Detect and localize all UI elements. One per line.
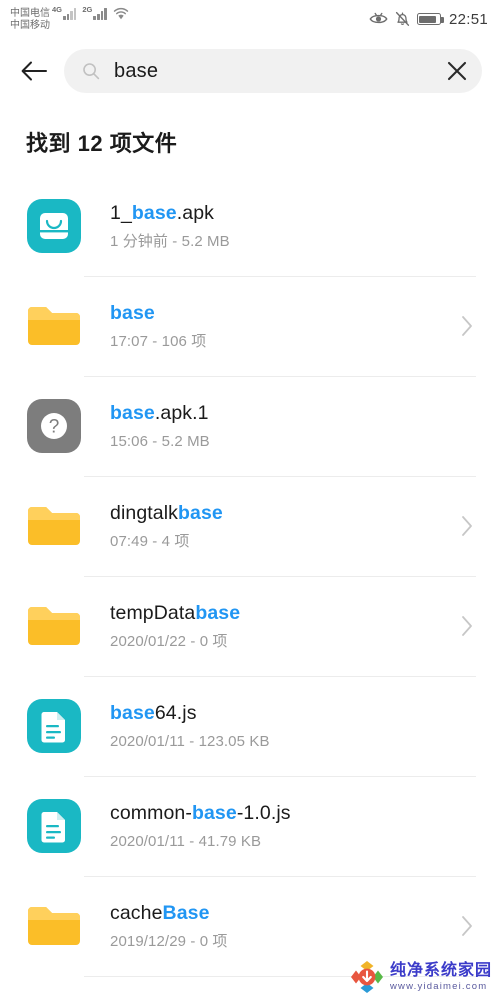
file-name-part: .apk.1 — [154, 401, 209, 424]
file-name-match: base — [131, 201, 177, 224]
file-name-part: dingtalk — [110, 501, 179, 524]
signal-secondary: 2G — [82, 4, 107, 20]
list-item-text: dingtalkbase 07:49 - 4 项 — [110, 501, 454, 551]
search-icon — [82, 62, 100, 80]
search-bar: base — [0, 38, 500, 104]
signal-bars-primary-icon — [63, 7, 77, 20]
back-arrow-icon[interactable] — [14, 51, 54, 91]
file-name-match: Base — [162, 901, 210, 924]
wifi-icon — [113, 7, 129, 20]
close-icon[interactable] — [438, 52, 476, 90]
file-name: base64.js — [110, 701, 454, 725]
folder-icon — [26, 598, 82, 654]
carrier-labels: 中国电信 中国移动 — [10, 7, 50, 31]
list-item[interactable]: baseComponents — [0, 976, 500, 1000]
file-name-part: tempData — [110, 601, 196, 624]
file-subtitle: 2020/01/11 - 123.05 KB — [110, 733, 270, 751]
network-type-secondary: 2G — [82, 4, 93, 14]
list-item[interactable]: 1_base.apk 1 分钟前 - 5.2 MB — [0, 176, 500, 276]
folder-icon — [26, 298, 82, 354]
signal-indicators: 4G 2G — [52, 4, 129, 20]
file-subtitle: 1 分钟前 - 5.2 MB — [110, 233, 230, 251]
file-name-match: base — [110, 401, 155, 424]
svg-text:?: ? — [49, 417, 60, 438]
js-document-icon — [26, 798, 82, 854]
chevron-right-icon — [454, 914, 480, 938]
signal-bars-secondary-icon — [93, 7, 107, 20]
file-subtitle: 17:07 - 106 项 — [110, 333, 207, 351]
file-name-part: cache — [110, 901, 163, 924]
file-name-match: base — [195, 601, 241, 624]
list-item[interactable]: dingtalkbase 07:49 - 4 项 — [0, 476, 500, 576]
search-results-list: 1_base.apk 1 分钟前 - 5.2 MB base 17:07 - 106 … — [0, 176, 500, 1000]
file-name: dingtalkbase — [110, 501, 454, 525]
list-item-text: common-base-1.0.js 2020/01/11 - 41.79 KB — [110, 801, 454, 851]
carrier-primary: 中国电信 — [10, 8, 50, 19]
chevron-right-icon — [454, 514, 480, 538]
file-name-part: 1_ — [110, 201, 132, 224]
eye-comfort-icon — [369, 12, 388, 26]
status-bar: 中国电信 中国移动 4G 2G 22:51 — [0, 0, 500, 38]
list-item[interactable]: base 17:07 - 106 项 — [0, 276, 500, 376]
file-subtitle: 2020/01/11 - 41.79 KB — [110, 833, 262, 851]
search-query-text: base — [114, 59, 159, 82]
list-item[interactable]: base64.js 2020/01/11 - 123.05 KB — [0, 676, 500, 776]
status-bar-clock: 22:51 — [448, 10, 488, 28]
phone-screen: 中国电信 中国移动 4G 2G 22:51 base 找到 12 项文件 1_b… — [0, 0, 500, 1000]
file-name-part: .apk — [176, 201, 215, 224]
network-type-primary: 4G — [52, 4, 63, 14]
list-item-text: cacheBase 2019/12/29 - 0 项 — [110, 901, 454, 951]
search-input[interactable]: base — [64, 49, 482, 93]
file-name: base — [110, 301, 454, 325]
list-item-text: tempDatabase 2020/01/22 - 0 项 — [110, 601, 454, 651]
file-subtitle: 15:06 - 5.2 MB — [110, 433, 210, 451]
list-item[interactable]: cacheBase 2019/12/29 - 0 项 — [0, 876, 500, 976]
page-title: 找到 12 项文件 — [26, 131, 178, 156]
file-name-match: base — [110, 301, 155, 324]
file-name-match: base — [110, 701, 155, 724]
file-name-match: base — [191, 801, 237, 824]
list-item-text: base64.js 2020/01/11 - 123.05 KB — [110, 701, 454, 751]
file-name: 1_base.apk — [110, 201, 454, 225]
list-item-text: base.apk.1 15:06 - 5.2 MB — [110, 401, 454, 451]
chevron-right-icon — [454, 314, 480, 338]
file-subtitle: 07:49 - 4 项 — [110, 533, 190, 551]
file-name: tempDatabase — [110, 601, 454, 625]
status-bar-right: 22:51 — [369, 11, 488, 28]
file-name: cacheBase — [110, 901, 454, 925]
folder-icon — [26, 898, 82, 954]
folder-icon — [26, 498, 82, 554]
battery-icon — [416, 13, 444, 25]
file-subtitle: 2019/12/29 - 0 项 — [110, 933, 228, 951]
list-item[interactable]: tempDatabase 2020/01/22 - 0 项 — [0, 576, 500, 676]
chevron-right-icon — [454, 614, 480, 638]
file-name: base.apk.1 — [110, 401, 454, 425]
file-name: common-base-1.0.js — [110, 801, 454, 825]
list-item[interactable]: common-base-1.0.js 2020/01/11 - 41.79 KB — [0, 776, 500, 876]
carrier-secondary: 中国移动 — [10, 19, 50, 31]
unknown-file-icon: ? — [26, 398, 82, 454]
status-bar-left: 中国电信 中国移动 4G 2G — [10, 4, 129, 31]
bell-muted-icon — [395, 11, 410, 27]
file-name-part: -1.0.js — [236, 801, 291, 824]
js-document-icon — [26, 698, 82, 754]
signal-primary: 4G — [52, 4, 77, 20]
file-name-match: base — [178, 501, 223, 524]
file-name-part: 64.js — [154, 701, 197, 724]
apk-app-icon — [26, 198, 82, 254]
file-subtitle: 2020/01/22 - 0 项 — [110, 633, 228, 651]
list-item[interactable]: ? base.apk.1 15:06 - 5.2 MB — [0, 376, 500, 476]
list-item-text: base 17:07 - 106 项 — [110, 301, 454, 351]
file-name-part: common- — [110, 801, 192, 824]
list-item-text: 1_base.apk 1 分钟前 - 5.2 MB — [110, 201, 454, 251]
